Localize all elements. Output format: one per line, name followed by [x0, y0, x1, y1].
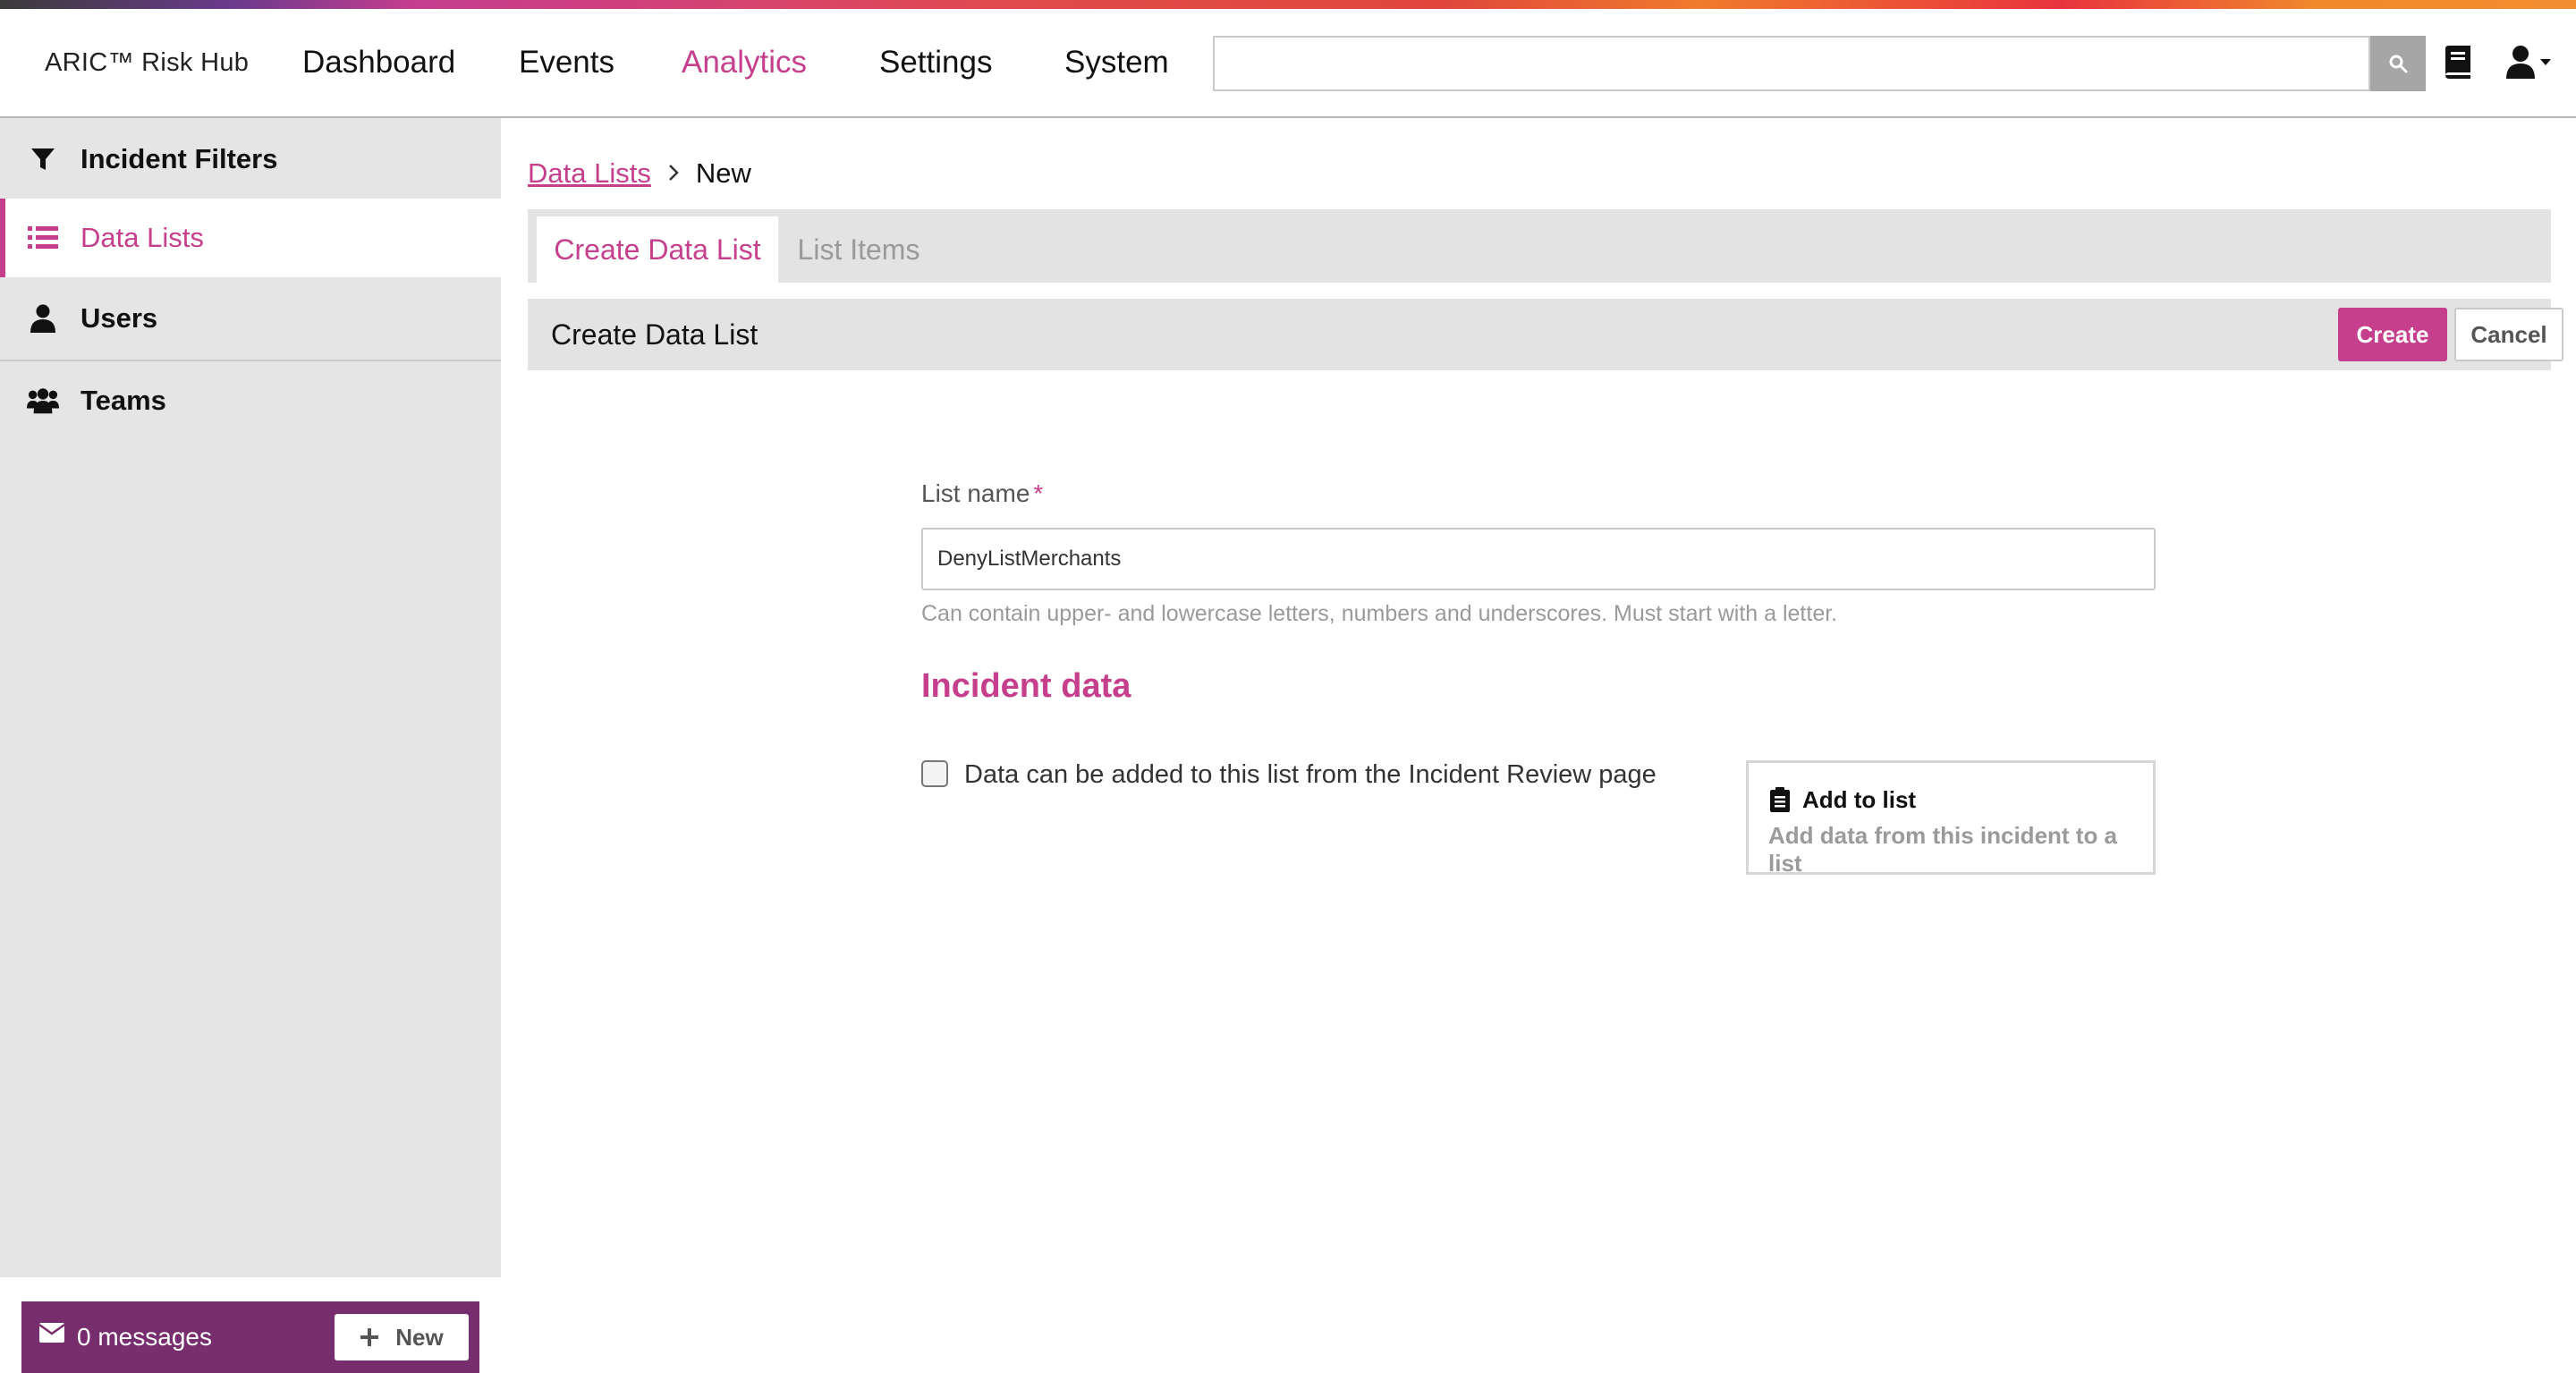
preview-title: Add to list [1802, 786, 1917, 813]
search-button[interactable] [2370, 36, 2426, 91]
list-name-hint: Can contain upper- and lowercase letters… [921, 601, 1838, 626]
main-content: Data Lists New Create Data List List Ite… [503, 118, 2576, 1277]
list-name-label: List name * [921, 479, 1043, 508]
incident-data-checkbox-label[interactable]: Data can be added to this list from the … [964, 760, 1657, 790]
list-name-label-text: List name [921, 479, 1030, 507]
nav-settings[interactable]: Settings [879, 45, 992, 81]
nav-dashboard[interactable]: Dashboard [302, 45, 455, 81]
preview-subtitle: Add data from this incident to a list [1768, 822, 2118, 877]
tab-create-data-list[interactable]: Create Data List [537, 216, 778, 283]
user-menu-button[interactable] [2506, 45, 2553, 85]
sidebar-item-teams[interactable]: Teams [0, 361, 501, 440]
search-input[interactable] [1213, 36, 2370, 91]
search-icon [2389, 55, 2408, 73]
book-icon [2445, 46, 2470, 79]
sidebar-item-users[interactable]: Users [0, 279, 501, 358]
sidebar-item-label: Users [80, 302, 158, 334]
users-icon [27, 385, 59, 417]
clipboard-list-icon [1770, 787, 1790, 812]
envelope-icon [39, 1323, 64, 1343]
nav-system[interactable]: System [1064, 45, 1169, 81]
sidebar-item-label: Incident Filters [80, 143, 278, 174]
cancel-button[interactable]: Cancel [2454, 308, 2563, 361]
brand-stripe [0, 0, 2576, 9]
new-message-button[interactable]: New [335, 1314, 469, 1360]
breadcrumb: Data Lists New [528, 157, 751, 190]
breadcrumb-current: New [695, 157, 751, 189]
incident-data-heading: Incident data [921, 667, 1131, 705]
nav-events[interactable]: Events [519, 45, 614, 81]
messages-bar[interactable]: 0 messages New [21, 1301, 479, 1373]
filter-icon [27, 143, 59, 175]
panel-title: Create Data List [551, 318, 758, 351]
new-message-label: New [395, 1323, 444, 1351]
sidebar-item-label: Teams [80, 385, 166, 416]
user-icon [27, 302, 59, 335]
app-logo[interactable]: ARIC™ Risk Hub [45, 48, 249, 78]
add-to-list-preview: Add to list Add data from this incident … [1746, 760, 2156, 877]
tab-list-items[interactable]: List Items [787, 216, 930, 283]
sidebar-item-incident-filters[interactable]: Incident Filters [0, 120, 501, 199]
incident-data-checkbox[interactable] [921, 760, 948, 787]
list-icon [27, 222, 59, 254]
breadcrumb-data-lists-link[interactable]: Data Lists [528, 157, 651, 190]
tab-bar: Create Data List List Items [528, 209, 2551, 283]
create-button[interactable]: Create [2338, 308, 2447, 361]
panel-header: Create Data List Create Cancel [528, 299, 2563, 370]
chevron-right-icon [667, 157, 680, 190]
sidebar-item-data-lists[interactable]: Data Lists [0, 199, 501, 277]
nav-analytics[interactable]: Analytics [682, 45, 807, 81]
plus-icon [360, 1328, 379, 1346]
top-navigation-bar: ARIC™ Risk Hub Dashboard Events Analytic… [0, 9, 2576, 118]
list-name-input[interactable] [921, 528, 2156, 590]
required-marker: * [1033, 479, 1044, 507]
sidebar: Incident Filters Data Lists Users Teams … [0, 118, 501, 1373]
messages-count: 0 messages [77, 1323, 212, 1351]
docs-button[interactable] [2442, 45, 2474, 85]
sidebar-item-label: Data Lists [80, 222, 204, 253]
user-icon [2506, 46, 2551, 79]
